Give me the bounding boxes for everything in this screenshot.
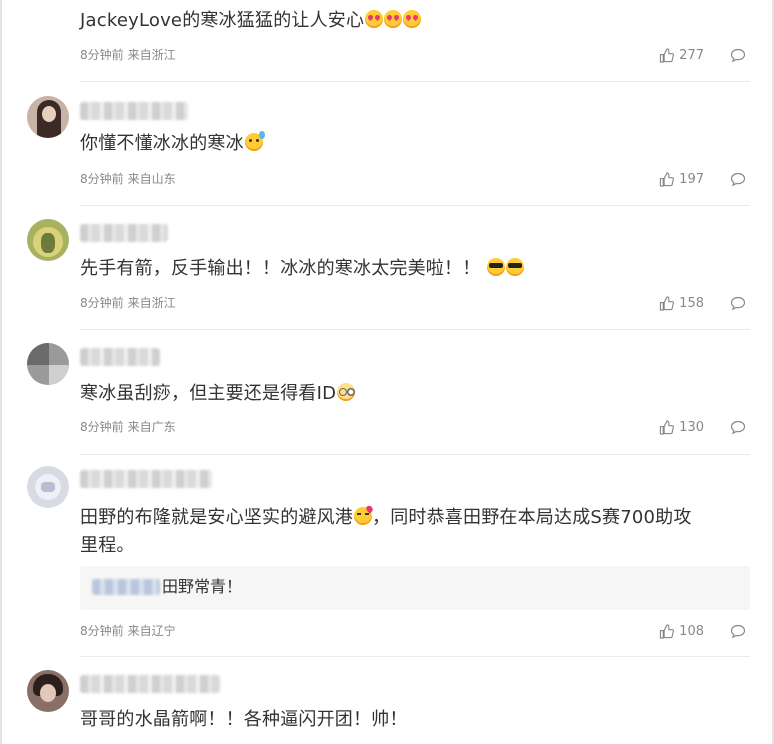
- avatar[interactable]: [27, 670, 69, 712]
- like-button[interactable]: 108: [659, 624, 704, 639]
- comment-actions: 277: [659, 46, 746, 64]
- comment-bubble-icon: [730, 296, 746, 310]
- thumbs-up-icon: [660, 47, 675, 63]
- comment-bubble-icon: [730, 624, 746, 638]
- heart-eyes-emoji: [365, 10, 384, 28]
- comment-time: 8分钟前: [80, 624, 124, 638]
- comment-bubble-icon: [730, 420, 746, 434]
- divider: [80, 329, 750, 330]
- heart-eyes-emoji: [403, 10, 422, 28]
- reply-button[interactable]: [730, 624, 746, 639]
- thumbs-up-icon: [660, 419, 675, 435]
- kiss-emoji: [354, 507, 372, 525]
- comment-text: 田野的布隆就是安心坚实的避风港 ，同时恭喜田野在本局达成S赛700助攻 里程。: [80, 507, 692, 556]
- divider: [80, 81, 750, 82]
- comment-actions: 158: [659, 294, 746, 312]
- comment-meta: 8分钟前 来自辽宁: [80, 623, 180, 639]
- comment-bubble-icon: [730, 48, 746, 62]
- comment-meta: 8分钟前 来自浙江: [80, 47, 180, 63]
- like-button[interactable]: 130: [659, 420, 704, 435]
- comment-actions: 130: [659, 418, 746, 436]
- thumbs-up-icon: [660, 171, 675, 187]
- like-count: 130: [679, 419, 704, 435]
- comment-location: 来自广东: [127, 420, 176, 434]
- reply-text: 田野常青！: [162, 577, 243, 596]
- comment-text: 你懂不懂冰冰的寒冰: [80, 130, 750, 158]
- username-blurred[interactable]: [80, 224, 168, 242]
- comment-meta: 8分钟前 来自山东: [80, 171, 180, 187]
- like-count: 158: [679, 295, 704, 311]
- comment-actions: 197: [659, 170, 746, 188]
- username-blurred[interactable]: [80, 348, 160, 366]
- divider: [80, 205, 750, 206]
- comment-actions: 108: [659, 622, 746, 640]
- reply-preview[interactable]: 田野常青！: [80, 566, 750, 610]
- cool-emoji: [487, 258, 506, 276]
- reply-button[interactable]: [730, 48, 746, 63]
- like-count: 197: [679, 171, 704, 187]
- like-button[interactable]: 158: [659, 296, 704, 311]
- avatar[interactable]: [27, 343, 69, 385]
- comment-text: 哥哥的水晶箭啊！！各种逼闪开团！帅！: [80, 709, 408, 730]
- avatar[interactable]: [27, 466, 69, 508]
- comment-text: 寒冰虽刮痧，但主要还是得看ID: [80, 380, 750, 408]
- reply-button[interactable]: [730, 296, 746, 311]
- glasses-emoji: [337, 383, 356, 401]
- comment-time: 8分钟前: [80, 296, 124, 310]
- comment-text: JackeyLove的寒冰猛猛的让人安心: [80, 7, 750, 35]
- reply-button[interactable]: [730, 172, 746, 187]
- username-blurred[interactable]: [80, 470, 212, 488]
- comment-time: 8分钟前: [80, 420, 124, 434]
- page-border-left: [0, 0, 2, 744]
- reply-username-blurred[interactable]: [92, 579, 160, 595]
- username-blurred[interactable]: [80, 102, 188, 120]
- divider: [80, 656, 750, 657]
- like-count: 277: [679, 47, 704, 63]
- like-button[interactable]: 197: [659, 172, 704, 187]
- username-blurred[interactable]: [80, 675, 220, 693]
- sweat-emoji: [244, 131, 265, 151]
- comment-location: 来自山东: [127, 172, 176, 186]
- comment-meta: 8分钟前 来自浙江: [80, 295, 180, 311]
- like-button[interactable]: 277: [659, 48, 704, 63]
- comment-location: 来自浙江: [127, 296, 176, 310]
- avatar[interactable]: [27, 96, 69, 138]
- comment-bubble-icon: [730, 172, 746, 186]
- reply-button[interactable]: [730, 420, 746, 435]
- comment-time: 8分钟前: [80, 172, 124, 186]
- comment-location: 来自辽宁: [127, 624, 176, 638]
- like-count: 108: [679, 623, 704, 639]
- comment-text: 先手有箭，反手输出！！冰冰的寒冰太完美啦！！: [80, 255, 750, 283]
- comment-location: 来自浙江: [127, 48, 176, 62]
- divider: [80, 454, 750, 455]
- comment-time: 8分钟前: [80, 48, 124, 62]
- avatar[interactable]: [27, 219, 69, 261]
- cool-emoji: [506, 258, 525, 276]
- heart-eyes-emoji: [384, 10, 403, 28]
- thumbs-up-icon: [660, 623, 675, 639]
- thumbs-up-icon: [660, 295, 675, 311]
- comment-meta: 8分钟前 来自广东: [80, 419, 180, 435]
